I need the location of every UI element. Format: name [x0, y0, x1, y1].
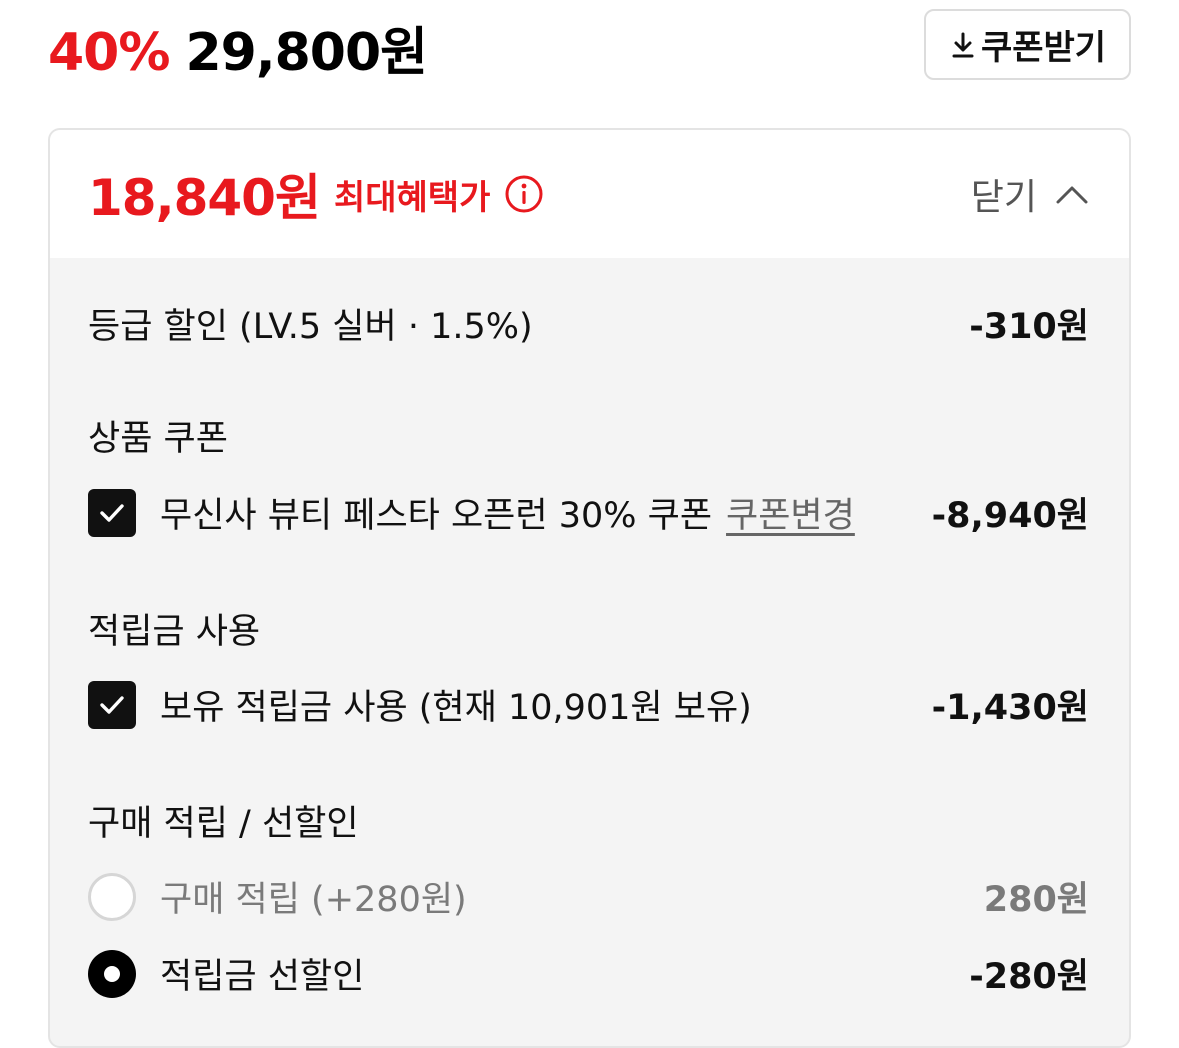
- close-label: 닫기: [970, 177, 1037, 218]
- points-use-item: 보유 적립금 사용 (현재 10,901원 보유): [88, 679, 752, 730]
- benefit-header: 18,840원 최대혜택가 닫기: [50, 130, 1129, 258]
- purchase-points-item: 구매 적립 (+280원): [88, 871, 467, 922]
- coupon-change-link[interactable]: 쿠폰변경: [726, 496, 855, 536]
- pre-discount-amount: -280원: [969, 957, 1089, 997]
- product-coupon-item: 무신사 뷰티 페스타 오픈런 30% 쿠폰 쿠폰변경: [88, 487, 855, 538]
- points-use-title: 적립금 사용: [88, 612, 261, 652]
- max-benefit-label: 최대혜택가: [333, 177, 491, 218]
- product-coupon-row: 무신사 뷰티 페스타 오픈런 30% 쿠폰 쿠폰변경 -8,940원: [88, 487, 1089, 538]
- points-use-label: 보유 적립금 사용 (현재 10,901원 보유): [160, 688, 752, 728]
- grade-discount-row: 등급 할인 (LV.5 실버 · 1.5%) -310원: [88, 298, 1089, 349]
- pre-discount-label: 적립금 선할인: [160, 957, 365, 997]
- pre-discount-option[interactable]: 적립금 선할인 -280원: [88, 948, 1089, 999]
- purchase-points-option[interactable]: 구매 적립 (+280원) 280원: [88, 871, 1089, 922]
- benefit-panel: 18,840원 최대혜택가 닫기 등급 할인 (LV.5 실버 · 1.5%) …: [48, 128, 1131, 1048]
- discount-rate: 40%: [48, 23, 170, 83]
- checkmark-icon: [100, 695, 124, 714]
- info-icon[interactable]: [504, 174, 544, 214]
- product-coupon-checkbox[interactable]: [88, 488, 136, 537]
- product-coupon-amount: -8,940원: [931, 496, 1089, 536]
- price-row: 40% 29,800원: [48, 10, 428, 85]
- purchase-points-title: 구매 적립 / 선할인: [88, 804, 359, 844]
- grade-discount-amount: -310원: [969, 307, 1089, 347]
- coupon-download-button[interactable]: 쿠폰받기: [924, 9, 1131, 80]
- checkmark-icon: [100, 503, 124, 522]
- download-icon: [952, 32, 974, 57]
- points-use-amount: -1,430원: [931, 688, 1089, 728]
- chevron-up-icon: [1056, 186, 1088, 204]
- points-use-row: 보유 적립금 사용 (현재 10,901원 보유) -1,430원: [88, 679, 1089, 730]
- pre-discount-radio[interactable]: [88, 949, 136, 998]
- max-benefit-price: 18,840원: [88, 169, 321, 227]
- product-coupon-label: 무신사 뷰티 페스타 오픈런 30% 쿠폰: [160, 496, 713, 536]
- points-use-checkbox[interactable]: [88, 680, 136, 729]
- grade-discount-label: 등급 할인 (LV.5 실버 · 1.5%): [88, 307, 533, 347]
- sale-price: 29,800원: [185, 23, 428, 83]
- purchase-points-radio[interactable]: [88, 872, 136, 921]
- radio-dot: [104, 965, 120, 982]
- purchase-points-amount: 280원: [983, 880, 1089, 920]
- purchase-points-label: 구매 적립 (+280원): [160, 880, 467, 920]
- close-toggle[interactable]: 닫기: [971, 168, 1089, 220]
- product-coupon-title: 상품 쿠폰: [88, 419, 228, 459]
- max-benefit: 18,840원 최대혜택가: [88, 158, 544, 230]
- coupon-download-label: 쿠폰받기: [980, 28, 1107, 68]
- pre-discount-item: 적립금 선할인: [88, 948, 364, 999]
